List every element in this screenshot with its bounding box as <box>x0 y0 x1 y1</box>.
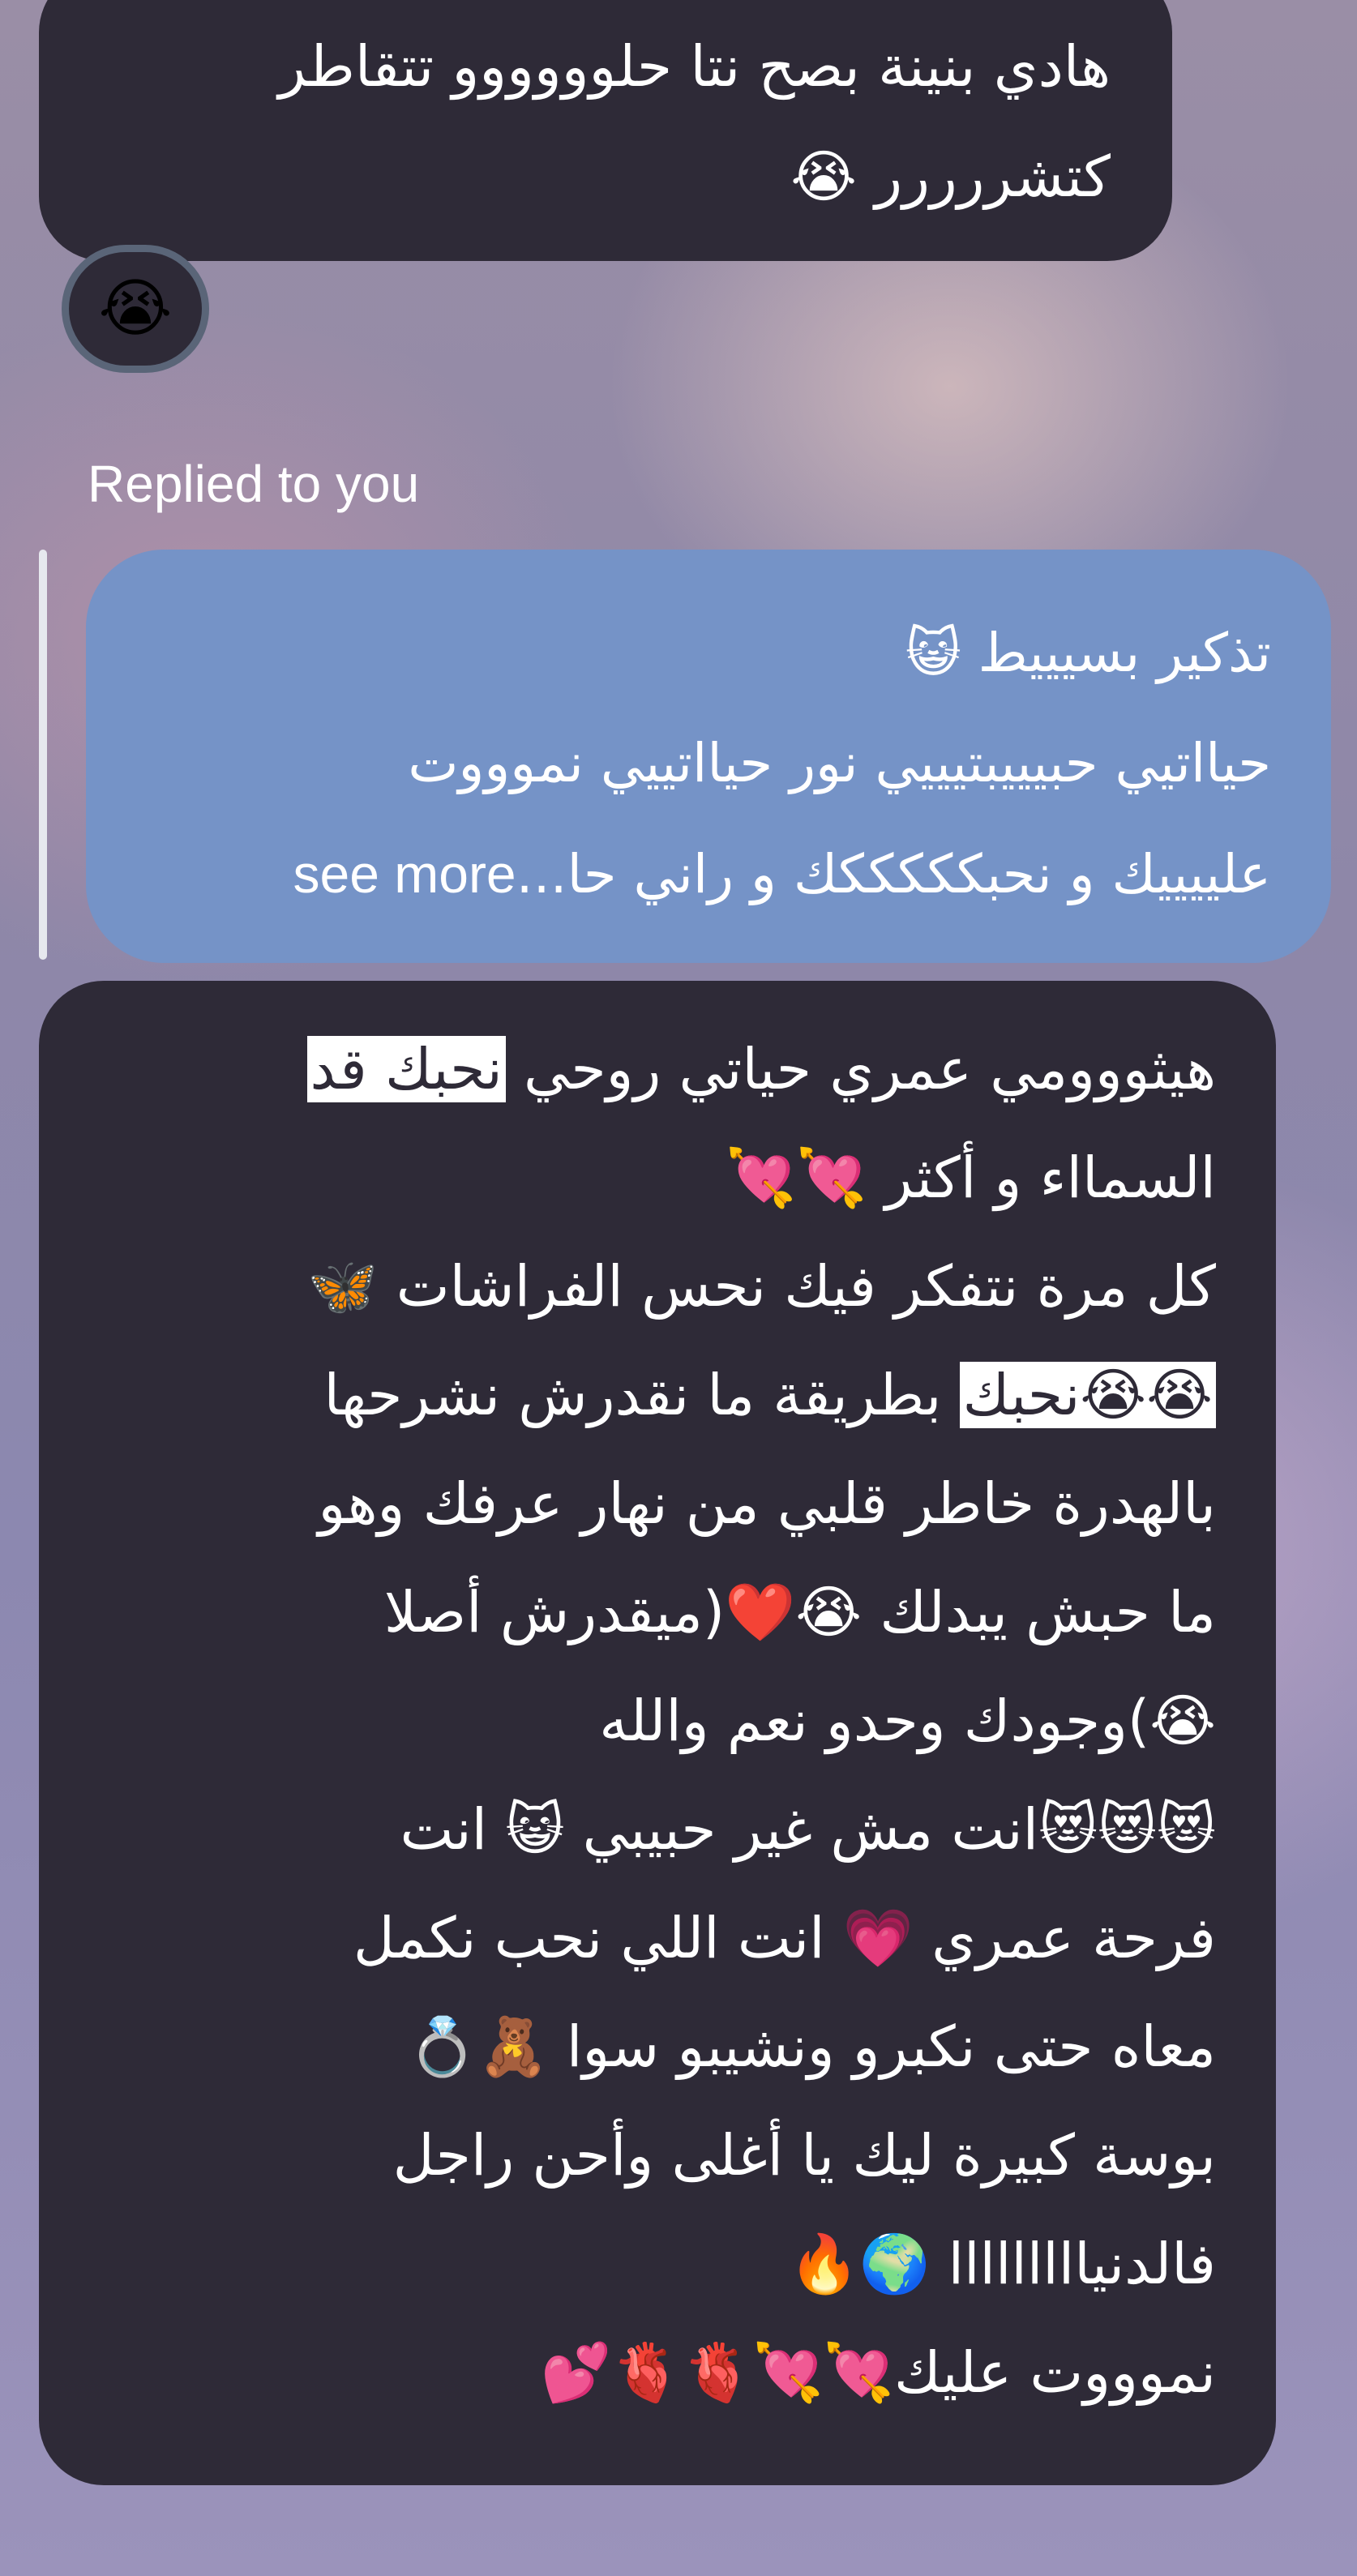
message-2-line-1: هيثووومي عمري حياتي روحي نحبك قد <box>99 1015 1216 1123</box>
message-bubble-1[interactable]: هادي بنينة بصح نتا حلوووووو تتقاطر كتشرر… <box>39 0 1172 261</box>
message-2-line-2: السمااء و أكثر 💘💘 <box>726 1145 1216 1211</box>
search-highlight: 😭😭نحبك <box>959 1362 1216 1428</box>
message-2-line-10: معاه حتى نكبرو ونشيبو سوا 🧸💍 <box>407 2013 1216 2080</box>
message-bubble-2[interactable]: هيثووومي عمري حياتي روحي نحبك قد السمااء… <box>39 981 1276 2485</box>
message-2-line-7: 😭)وجودك وحدو نعم والله <box>599 1688 1216 1754</box>
message-2-line-9: فرحة عمري 💗 انت اللي نحب نكمل <box>353 1905 1216 1971</box>
message-2-line-6: ما حبش يبدلك 😭❤️(ميقدرش أصلا <box>383 1579 1216 1645</box>
crying-face-icon: 😭 <box>98 272 173 345</box>
quoted-line-2: حيااتيي حبيييبتيييي نور حيااتييي نموووت <box>408 732 1271 794</box>
see-more-link[interactable]: see more <box>293 844 516 904</box>
message-1-line-1: هادي بنينة بصح نتا حلوووووو تتقاطر <box>278 33 1111 100</box>
message-2-line-12: فالدنيااااااااا 🌍🔥 <box>789 2231 1216 2297</box>
message-2-line-1-text: هيثووومي عمري حياتي روحي <box>505 1036 1216 1102</box>
search-highlight: نحبك قد <box>306 1036 506 1102</box>
message-2-line-13: نموووت عليك💘💘🫀🫀💕 <box>541 2339 1216 2406</box>
message-2-line-5: بالهدرة خاطر قلبي من نهار عرفك وهو <box>318 1470 1216 1537</box>
quoted-line-1: تذكير بسيييط 😺 <box>905 622 1271 684</box>
quoted-line-3: علييييك و نحبكككككك و راني حا...see more <box>146 819 1271 930</box>
quoted-message[interactable]: تذكير بسيييط 😺 حيااتيي حبيييبتيييي نور ح… <box>86 550 1331 963</box>
reply-label: Replied to you <box>88 455 420 513</box>
message-2-line-4: 😭😭نحبك بطريقة ما نقدرش نشرحها <box>99 1341 1216 1449</box>
message-2-line-4-text: بطريقة ما نقدرش نشرحها <box>323 1362 960 1428</box>
reply-indicator-bar <box>39 550 47 960</box>
reaction-badge[interactable]: 😭 <box>62 245 209 373</box>
message-2-line-8: 😻😻😻انت مش غير حبيبي 😺 انت <box>400 1796 1216 1863</box>
message-2-line-11: بوسة كبيرة ليك يا أغلى وأحن راجل <box>392 2122 1216 2189</box>
message-1-line-2: كتشررررر 😭 <box>790 143 1111 210</box>
quoted-line-3-text: علييييك و نحبكككككك و راني حا... <box>516 843 1271 905</box>
message-2-line-3: كل مرة نتفكر فيك نحس الفراشات 🦋 <box>307 1253 1216 1320</box>
